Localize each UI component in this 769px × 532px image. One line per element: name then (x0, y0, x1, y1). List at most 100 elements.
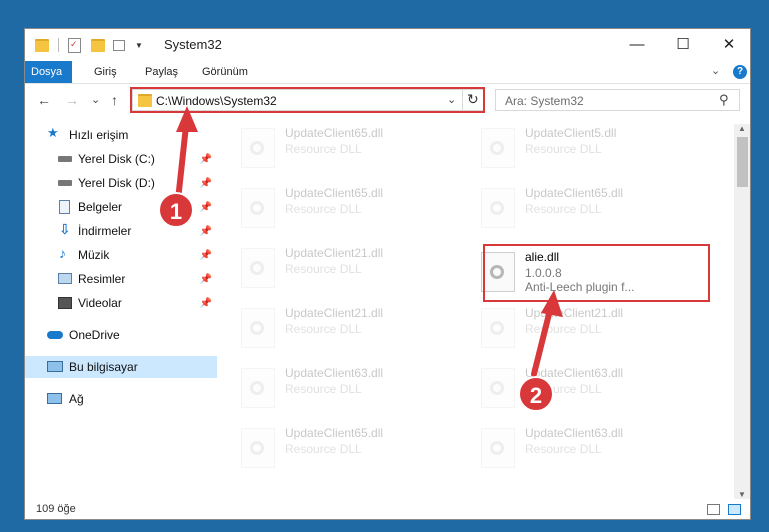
close-button[interactable]: ✕ (706, 29, 750, 59)
sidebar-item-label: Videolar (78, 296, 122, 310)
file-tile[interactable]: UpdateClient21.dll Resource DLL (233, 244, 469, 290)
sidebar-item-pictures[interactable]: Resimler 📌 (25, 268, 217, 290)
file-tile[interactable]: UpdateClient65.dll Resource DLL (233, 124, 469, 170)
help-icon[interactable]: ? (733, 65, 747, 79)
tab-dosya[interactable]: Dosya (25, 61, 72, 83)
tab-gorunum[interactable]: Görünüm (192, 61, 258, 83)
file-name: UpdateClient63.dll (285, 366, 384, 380)
file-tile[interactable]: UpdateClient21.dll Resource DLL (473, 304, 709, 350)
sidebar-item-local-disk-d[interactable]: Yerel Disk (D:) 📌 (25, 172, 217, 194)
download-icon: ⇩ (59, 221, 71, 237)
sidebar-item-quick-access[interactable]: ★ Hızlı erişim (25, 124, 217, 146)
sidebar-item-music[interactable]: ♪ Müzik 📌 (25, 244, 217, 266)
file-name: UpdateClient63.dll (525, 426, 624, 440)
separator (58, 38, 59, 52)
pin-icon[interactable]: 📌 (200, 149, 212, 171)
file-tile[interactable]: UpdateClient63.dll Resource DLL (473, 364, 709, 410)
vertical-scrollbar[interactable]: ▲ ▼ (734, 124, 750, 499)
explorer-window: ✓ ▼ System32 — ☐ ✕ Dosya Giriş Paylaş Gö… (24, 28, 751, 520)
drive-icon (58, 180, 72, 186)
window-title: System32 (164, 37, 222, 52)
file-description: Resource DLL (285, 142, 362, 156)
file-tile[interactable]: UpdateClient5.dll Resource DLL (473, 124, 709, 170)
file-description: Resource DLL (285, 442, 362, 456)
file-tile[interactable]: UpdateClient65.dll Resource DLL (473, 184, 709, 230)
star-icon: ★ (47, 125, 59, 140)
sidebar-item-videos[interactable]: Videolar 📌 (25, 292, 217, 314)
sidebar-item-this-pc[interactable]: Bu bilgisayar (25, 356, 217, 378)
tab-giris[interactable]: Giriş (84, 61, 127, 83)
documents-icon (59, 200, 70, 214)
properties-icon[interactable]: ✓ (68, 37, 81, 53)
pin-icon[interactable]: 📌 (200, 197, 212, 219)
file-tile[interactable]: UpdateClient21.dll Resource DLL (233, 304, 469, 350)
sidebar-item-label: İndirmeler (78, 224, 132, 238)
file-description: Resource DLL (525, 322, 602, 336)
sidebar-item-label: Yerel Disk (D:) (78, 176, 155, 190)
computer-icon (47, 361, 63, 372)
search-icon[interactable]: ⚲ (719, 92, 729, 108)
up-button[interactable]: ↑ (111, 92, 118, 108)
sidebar-item-label: Müzik (78, 248, 110, 262)
file-description: Resource DLL (525, 142, 602, 156)
sidebar-item-downloads[interactable]: ⇩ İndirmeler 📌 (25, 220, 217, 242)
sidebar-item-network[interactable]: Ağ (25, 388, 217, 410)
file-name: UpdateClient65.dll (285, 426, 384, 440)
sidebar-item-label: Ağ (69, 392, 84, 406)
scroll-down-icon[interactable]: ▼ (738, 490, 746, 499)
tiles-view-icon[interactable] (728, 504, 741, 515)
dll-file-icon (241, 428, 275, 468)
dll-file-icon (241, 188, 275, 228)
scrollbar-thumb[interactable] (737, 137, 748, 187)
dll-file-icon (241, 128, 275, 168)
sidebar-item-local-disk-c[interactable]: Yerel Disk (C:) 📌 (25, 148, 217, 170)
dll-file-icon (481, 368, 515, 408)
address-highlight-box (130, 87, 485, 113)
file-tile[interactable]: UpdateClient63.dll Resource DLL (473, 424, 709, 470)
back-button[interactable]: ← (37, 92, 51, 108)
network-icon (47, 393, 62, 404)
music-icon: ♪ (59, 245, 66, 261)
folder-icon (35, 38, 49, 52)
sidebar-item-onedrive[interactable]: OneDrive (25, 324, 217, 346)
search-box[interactable]: Ara: System32 ⚲ (495, 89, 740, 111)
navigation-bar: ← → ⌄ ↑ C:\Windows\System32 ⌄ ↻ Ara: Sys… (25, 83, 750, 117)
file-tile[interactable]: UpdateClient63.dll Resource DLL (233, 364, 469, 410)
file-description: Resource DLL (285, 322, 362, 336)
dll-file-icon (481, 128, 515, 168)
sidebar-item-label: OneDrive (69, 328, 120, 342)
pictures-icon (58, 273, 72, 284)
scroll-up-icon[interactable]: ▲ (738, 124, 746, 133)
file-description: Resource DLL (285, 202, 362, 216)
tab-paylas[interactable]: Paylaş (135, 61, 188, 83)
search-input[interactable]: Ara: System32 (505, 94, 584, 108)
pin-icon[interactable]: 📌 (200, 245, 212, 267)
recent-locations-button[interactable]: ⌄ (91, 93, 100, 106)
sidebar-item-label: Resimler (78, 272, 126, 286)
file-tile[interactable]: UpdateClient65.dll Resource DLL (233, 184, 469, 230)
sidebar-item-label: Belgeler (78, 200, 123, 214)
minimize-button[interactable]: — (614, 29, 660, 59)
file-name: UpdateClient5.dll (525, 126, 617, 140)
dll-file-icon (481, 428, 515, 468)
sidebar-item-label: Hızlı erişim (69, 128, 129, 142)
cloud-icon (47, 331, 63, 339)
customize-toolbar-icon[interactable]: ▼ (135, 41, 143, 50)
pin-icon[interactable]: 📌 (200, 269, 212, 291)
file-tile[interactable]: UpdateClient65.dll Resource DLL (233, 424, 469, 470)
title-bar: ✓ ▼ System32 — ☐ ✕ (25, 29, 750, 61)
maximize-button[interactable]: ☐ (660, 29, 706, 59)
drive-icon (58, 156, 72, 162)
file-name: UpdateClient21.dll (285, 246, 384, 260)
forward-button[interactable]: → (65, 92, 79, 108)
quick-access-toolbar: ✓ ▼ (35, 36, 143, 54)
details-view-icon[interactable] (707, 504, 720, 515)
ribbon-expand-icon[interactable]: ⌄ (711, 64, 720, 77)
file-name: UpdateClient65.dll (285, 126, 384, 140)
view-options-icon[interactable] (113, 39, 125, 51)
pin-icon[interactable]: 📌 (200, 293, 212, 315)
pin-icon[interactable]: 📌 (200, 221, 212, 243)
new-folder-icon[interactable] (91, 38, 105, 52)
videos-icon (58, 297, 72, 309)
pin-icon[interactable]: 📌 (200, 173, 212, 195)
